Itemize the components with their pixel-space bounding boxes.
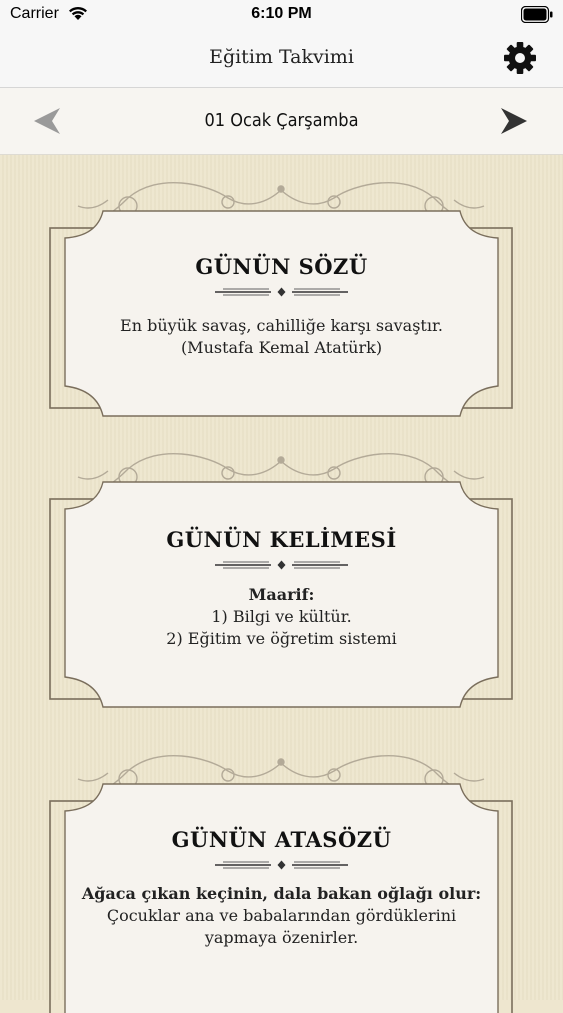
definition-line: 1) Bilgi ve kültür. bbox=[211, 607, 352, 626]
proverb-card: GÜNÜN ATASÖZÜ Ağaca çıkan keçinin, dala … bbox=[28, 753, 535, 1013]
word-card: GÜNÜN KELİMESİ Maarif: 1) Bilgi ve kültü… bbox=[28, 451, 535, 711]
quote-line: En büyük savaş, cahilliğe karşı savaştır… bbox=[120, 316, 443, 335]
date-navigator: 01 Ocak Çarşamba bbox=[0, 88, 563, 155]
ornamental-divider bbox=[215, 860, 348, 870]
clock: 6:10 PM bbox=[251, 5, 312, 22]
ornamental-divider bbox=[215, 560, 348, 570]
page-title: Eğitim Takvimi bbox=[209, 46, 354, 68]
quote-title: GÜNÜN SÖZÜ bbox=[195, 254, 368, 279]
word-title: GÜNÜN KELİMESİ bbox=[166, 527, 397, 552]
ornamental-frame bbox=[49, 453, 513, 708]
definition-line: 2) Eğitim ve öğretim sistemi bbox=[166, 629, 397, 648]
chevron-right-icon[interactable] bbox=[499, 106, 529, 136]
proverb-text: Ağaca çıkan keçinin, dala bakan oğlağı o… bbox=[38, 883, 525, 949]
quote-card: GÜNÜN SÖZÜ En büyük savaş, cahilliğe kar… bbox=[28, 180, 535, 420]
word-term: Maarif: bbox=[248, 585, 315, 604]
status-bar: Carrier 6:10 PM bbox=[0, 0, 563, 30]
content-area: GÜNÜN SÖZÜ En büyük savaş, cahilliğe kar… bbox=[0, 155, 563, 1013]
navigation-bar: Eğitim Takvimi bbox=[0, 30, 563, 88]
current-date: 01 Ocak Çarşamba bbox=[204, 110, 359, 131]
proverb-title: GÜNÜN ATASÖZÜ bbox=[171, 827, 392, 852]
ornamental-divider bbox=[215, 287, 348, 297]
quote-author: (Mustafa Kemal Atatürk) bbox=[180, 338, 383, 357]
gear-icon[interactable] bbox=[503, 41, 537, 75]
proverb-saying: Ağaca çıkan keçinin, dala bakan oğlağı o… bbox=[81, 884, 482, 903]
ornamental-frame bbox=[49, 182, 513, 417]
battery-icon bbox=[521, 6, 553, 23]
proverb-meaning: Çocuklar ana ve babalarından gördüklerin… bbox=[106, 906, 457, 925]
word-definition: Maarif: 1) Bilgi ve kültür. 2) Eğitim ve… bbox=[58, 584, 505, 650]
proverb-meaning: yapmaya özenirler. bbox=[204, 928, 359, 947]
quote-text: En büyük savaş, cahilliğe karşı savaştır… bbox=[58, 315, 505, 359]
